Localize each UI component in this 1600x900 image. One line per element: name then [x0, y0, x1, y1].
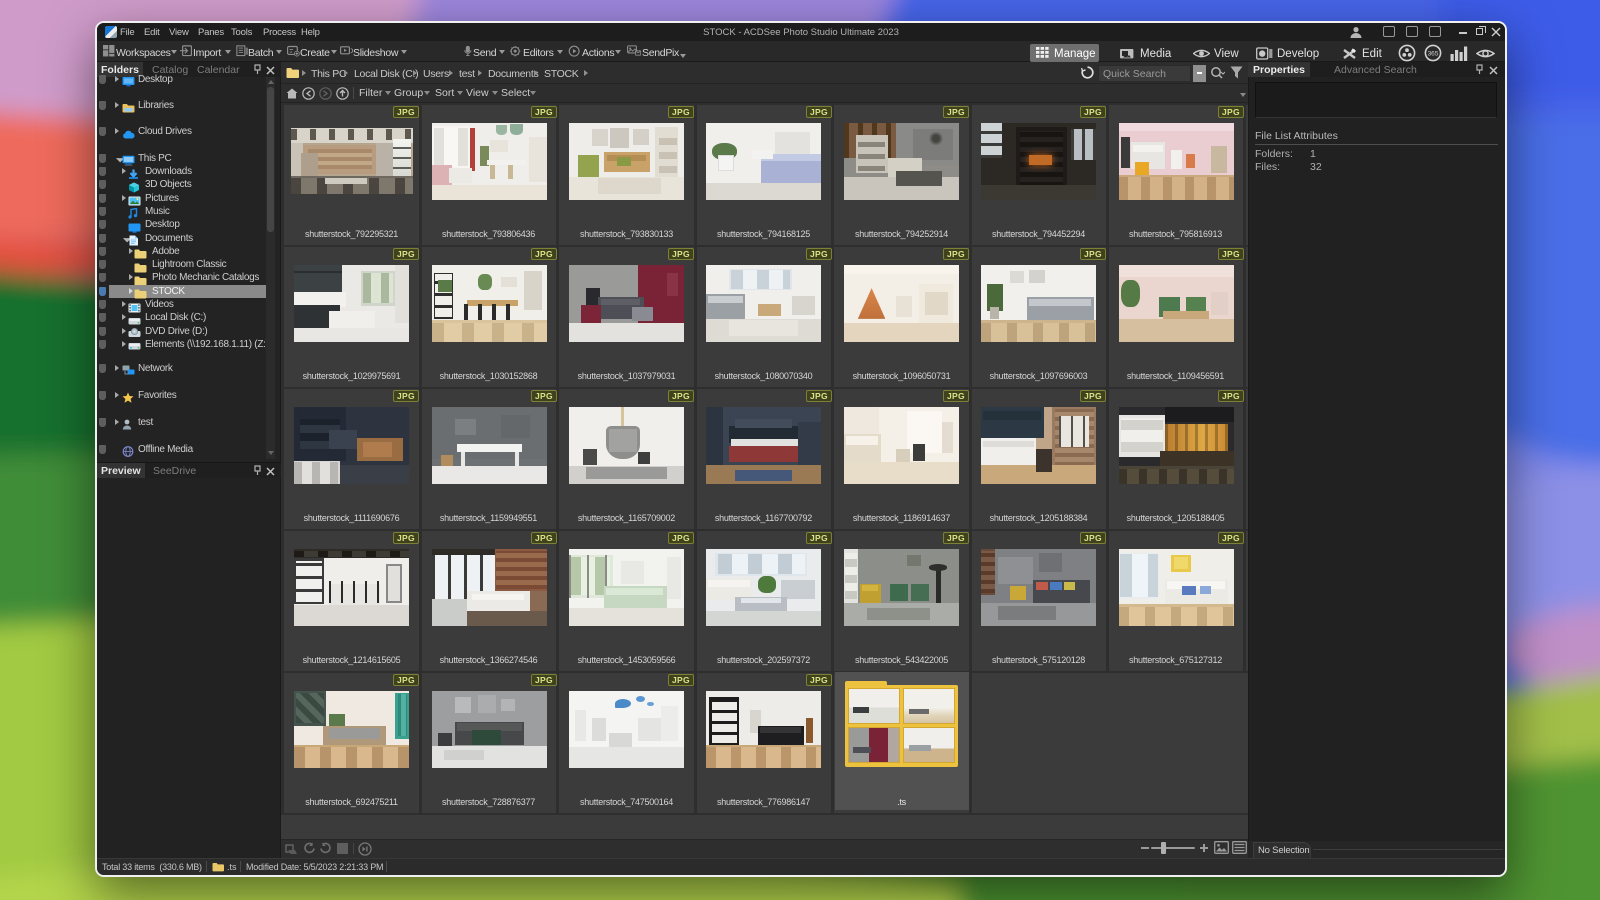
svg-text:365: 365 [1428, 51, 1439, 58]
